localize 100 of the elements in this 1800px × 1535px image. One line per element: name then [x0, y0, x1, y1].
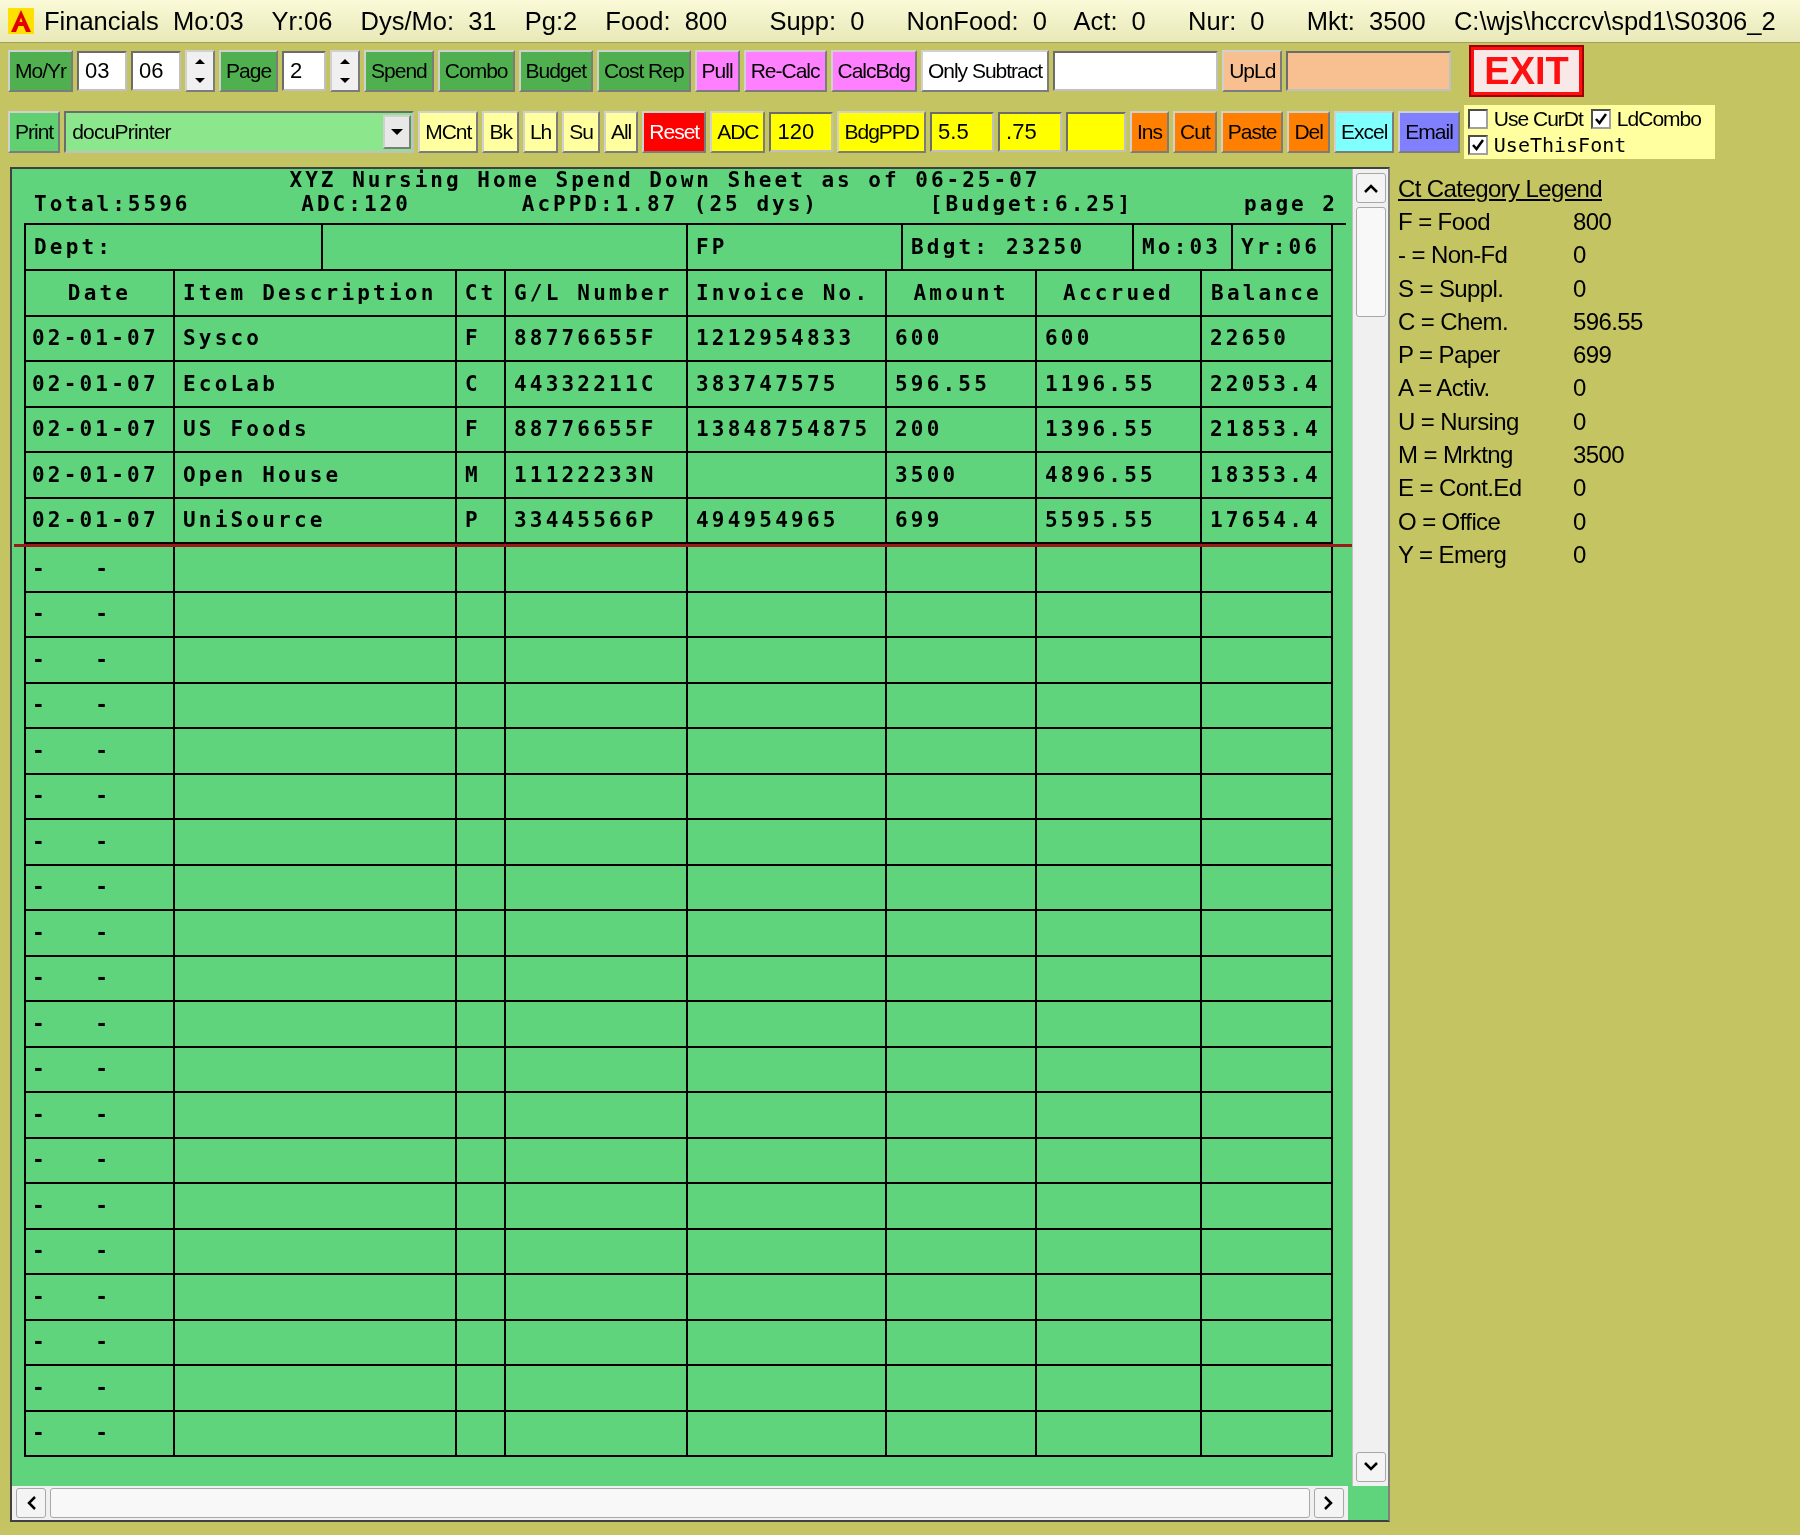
- legend-value: 0: [1573, 406, 1586, 437]
- column-header: Amount: [887, 271, 1037, 317]
- toolbar-button[interactable]: ADC: [710, 111, 766, 153]
- table-cell: [457, 820, 506, 866]
- input-field[interactable]: 2: [282, 51, 327, 91]
- table-cell: 200: [887, 407, 1037, 453]
- table-cell: - -: [26, 1411, 175, 1457]
- legend-value: 0: [1573, 373, 1586, 404]
- spin-up-icon[interactable]: [194, 58, 206, 65]
- spinner-control[interactable]: [185, 50, 215, 92]
- toolbar-button[interactable]: Paste: [1220, 111, 1284, 153]
- checkbox[interactable]: LdCombo: [1590, 107, 1701, 131]
- toolbar-button[interactable]: Pull: [694, 50, 740, 92]
- input-field[interactable]: 5.5: [930, 112, 995, 152]
- toolbar-button[interactable]: UpLd: [1222, 50, 1283, 92]
- toolbar-button[interactable]: Budget: [518, 50, 594, 92]
- table-cell: - -: [26, 1093, 175, 1139]
- table-cell: - -: [26, 1184, 175, 1230]
- header-cell: Dept:: [26, 225, 323, 271]
- toolbar-button[interactable]: Cost Rep: [597, 50, 691, 92]
- toolbar-button[interactable]: Cut: [1173, 111, 1217, 153]
- input-field[interactable]: [1286, 51, 1452, 91]
- column-header: Item Description: [175, 271, 457, 317]
- toolbar-button[interactable]: Mo/Yr: [8, 50, 73, 92]
- toolbar-button[interactable]: Page: [219, 50, 279, 92]
- spin-down-icon[interactable]: [194, 77, 206, 84]
- table-cell: Sysco: [175, 316, 457, 362]
- table-cell: - -: [26, 1229, 175, 1275]
- toolbar-button[interactable]: Combo: [437, 50, 515, 92]
- table-cell: 5595.55: [1037, 498, 1202, 544]
- summary-text: ADC:120: [301, 191, 411, 217]
- summary-text: AcPPD:1.87 (25 dys): [521, 191, 819, 217]
- toolbar-button[interactable]: Su: [562, 111, 600, 153]
- column-header: Date: [26, 271, 175, 317]
- table-cell: 4896.55: [1037, 453, 1202, 499]
- checkbox[interactable]: UseThisFont: [1467, 133, 1701, 157]
- toolbar-button[interactable]: Bk: [482, 111, 519, 153]
- legend-value: 3500: [1573, 440, 1624, 471]
- table-cell: - -: [26, 1047, 175, 1093]
- table-cell: 22650: [1202, 316, 1333, 362]
- table-cell: 02-01-07: [26, 453, 175, 499]
- input-field[interactable]: 06: [131, 51, 181, 91]
- scrollbar-thumb[interactable]: [1355, 207, 1386, 317]
- table-cell: 3500: [887, 453, 1037, 499]
- table-cell: 1196.55: [1037, 362, 1202, 408]
- table-cell: 02-01-07: [26, 407, 175, 453]
- legend-value: 0: [1573, 273, 1586, 304]
- vertical-scrollbar[interactable]: [1352, 169, 1388, 1486]
- toolbar-button[interactable]: MCnt: [418, 111, 479, 153]
- toolbar-button[interactable]: Reset: [642, 111, 707, 153]
- checkbox[interactable]: Use CurDt: [1467, 107, 1583, 131]
- input-field[interactable]: [1066, 112, 1127, 152]
- table-cell: 21853.4: [1202, 407, 1333, 453]
- horizontal-scrollbar[interactable]: [12, 1486, 1348, 1520]
- toolbar-button[interactable]: Spend: [364, 50, 434, 92]
- table-cell: - -: [26, 1002, 175, 1048]
- toolbar-button[interactable]: BdgPPD: [837, 111, 927, 153]
- spin-up-icon[interactable]: [339, 58, 352, 65]
- toolbar-button[interactable]: Print: [8, 111, 61, 153]
- input-field[interactable]: .75: [998, 112, 1063, 152]
- table-cell: 596.55: [887, 362, 1037, 408]
- toolbar-button[interactable]: Only Subtract: [920, 50, 1050, 92]
- scrollbar-thumb[interactable]: [50, 1488, 1310, 1518]
- checkbox-box[interactable]: [1467, 109, 1488, 129]
- table-cell: [457, 1229, 506, 1275]
- scroll-left-icon[interactable]: [16, 1488, 46, 1518]
- toolbar-button[interactable]: Del: [1287, 111, 1330, 153]
- table-cell: UniSource: [175, 498, 457, 544]
- table-cell: US Foods: [175, 407, 457, 453]
- toolbar-button[interactable]: Re-Calc: [743, 50, 827, 92]
- scroll-up-icon[interactable]: [1355, 173, 1386, 203]
- column-header: Invoice No.: [688, 271, 887, 317]
- table-cell: [457, 1138, 506, 1184]
- scroll-right-icon[interactable]: [1314, 1488, 1344, 1518]
- toolbar-button[interactable]: Ins: [1130, 111, 1170, 153]
- table-cell: 88776655F: [506, 407, 688, 453]
- toolbar-button[interactable]: Email: [1398, 111, 1460, 153]
- spinner-control[interactable]: [330, 50, 361, 92]
- table-cell: [457, 1320, 506, 1366]
- toolbar-button[interactable]: Excel: [1333, 111, 1395, 153]
- checkbox-box[interactable]: [1590, 109, 1611, 129]
- printer-dropdown[interactable]: docuPrinter: [64, 111, 415, 153]
- input-field[interactable]: [1053, 51, 1219, 91]
- column-header: Accrued: [1037, 271, 1202, 317]
- table-cell: [457, 592, 506, 638]
- table-cell: - -: [26, 774, 175, 820]
- table-cell: - -: [26, 1138, 175, 1184]
- scroll-down-icon[interactable]: [1355, 1452, 1386, 1482]
- window-title: Financials Mo:03 Yr:06 Dys/Mo: 31 Pg:2 Food: 800 Supp: 0 NonFood: 0 Act: 0 Nur: 0 Mkt: 3500 C:\wjs\hccrcv\spd1\S0306_2: [44, 6, 1776, 36]
- column-header: Balance: [1202, 271, 1333, 317]
- input-field[interactable]: 120: [769, 112, 834, 152]
- table-cell: [457, 865, 506, 911]
- table-cell: 11122233N: [506, 453, 688, 499]
- toolbar-button[interactable]: All: [603, 111, 639, 153]
- checkbox-box[interactable]: [1467, 135, 1488, 155]
- spin-down-icon[interactable]: [339, 77, 352, 84]
- toolbar-button[interactable]: CalcBdg: [830, 50, 917, 92]
- toolbar-button[interactable]: Lh: [522, 111, 559, 153]
- input-field[interactable]: 03: [77, 51, 127, 91]
- table-cell: - -: [26, 820, 175, 866]
